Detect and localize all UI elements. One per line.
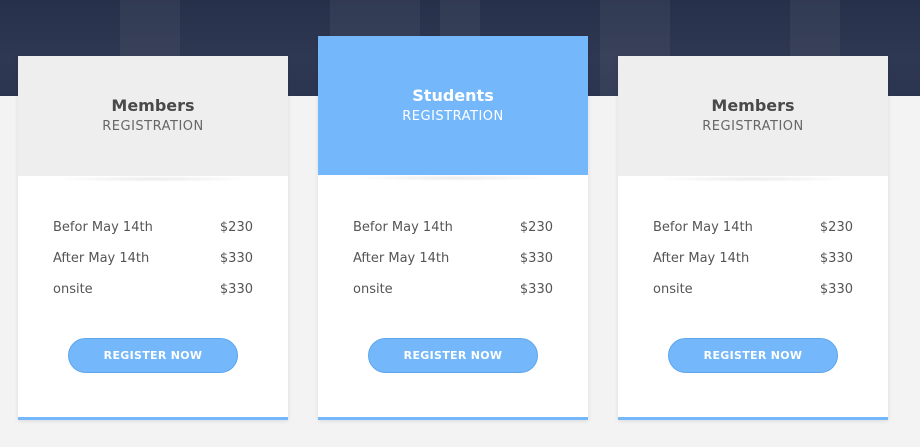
card-subtitle: REGISTRATION xyxy=(702,119,804,134)
pricing-card-students: Students REGISTRATION Befor May 14th $23… xyxy=(318,36,588,420)
price-list: Befor May 14th $230 After May 14th $330 … xyxy=(53,218,253,311)
price-value: $230 xyxy=(219,220,253,235)
card-header: Members REGISTRATION xyxy=(18,56,288,176)
price-value: $330 xyxy=(219,251,253,266)
price-row: onsite $330 xyxy=(353,280,553,311)
pricing-card-members: Members REGISTRATION Befor May 14th $230… xyxy=(18,56,288,420)
price-label: Befor May 14th xyxy=(53,220,153,235)
price-row: After May 14th $330 xyxy=(53,249,253,280)
price-label: onsite xyxy=(353,282,393,297)
price-label: Befor May 14th xyxy=(353,220,453,235)
price-label: After May 14th xyxy=(353,251,450,266)
card-title: Members xyxy=(711,96,795,115)
price-row: onsite $330 xyxy=(53,280,253,311)
card-subtitle: REGISTRATION xyxy=(402,109,504,124)
card-title: Students xyxy=(412,86,494,105)
pricing-card-members: Members REGISTRATION Befor May 14th $230… xyxy=(618,56,888,420)
register-now-button[interactable]: REGISTER NOW xyxy=(668,338,838,373)
price-label: Befor May 14th xyxy=(653,220,753,235)
price-label: After May 14th xyxy=(53,251,150,266)
price-list: Befor May 14th $230 After May 14th $330 … xyxy=(653,218,853,311)
card-header: Students REGISTRATION xyxy=(318,36,588,175)
register-now-button[interactable]: REGISTER NOW xyxy=(368,338,538,373)
price-value: $230 xyxy=(519,220,553,235)
price-value: $330 xyxy=(519,251,553,266)
price-value: $330 xyxy=(819,251,853,266)
price-label: onsite xyxy=(653,282,693,297)
price-label: After May 14th xyxy=(653,251,750,266)
price-row: onsite $330 xyxy=(653,280,853,311)
card-title: Members xyxy=(111,96,195,115)
price-row: After May 14th $330 xyxy=(653,249,853,280)
price-row: Befor May 14th $230 xyxy=(353,218,553,249)
card-subtitle: REGISTRATION xyxy=(102,119,204,134)
price-list: Befor May 14th $230 After May 14th $330 … xyxy=(353,218,553,311)
register-now-button[interactable]: REGISTER NOW xyxy=(68,338,238,373)
price-label: onsite xyxy=(53,282,93,297)
price-value: $330 xyxy=(219,282,253,297)
card-header: Members REGISTRATION xyxy=(618,56,888,176)
price-row: After May 14th $330 xyxy=(353,249,553,280)
price-value: $230 xyxy=(819,220,853,235)
price-value: $330 xyxy=(519,282,553,297)
price-value: $330 xyxy=(819,282,853,297)
price-row: Befor May 14th $230 xyxy=(53,218,253,249)
price-row: Befor May 14th $230 xyxy=(653,218,853,249)
